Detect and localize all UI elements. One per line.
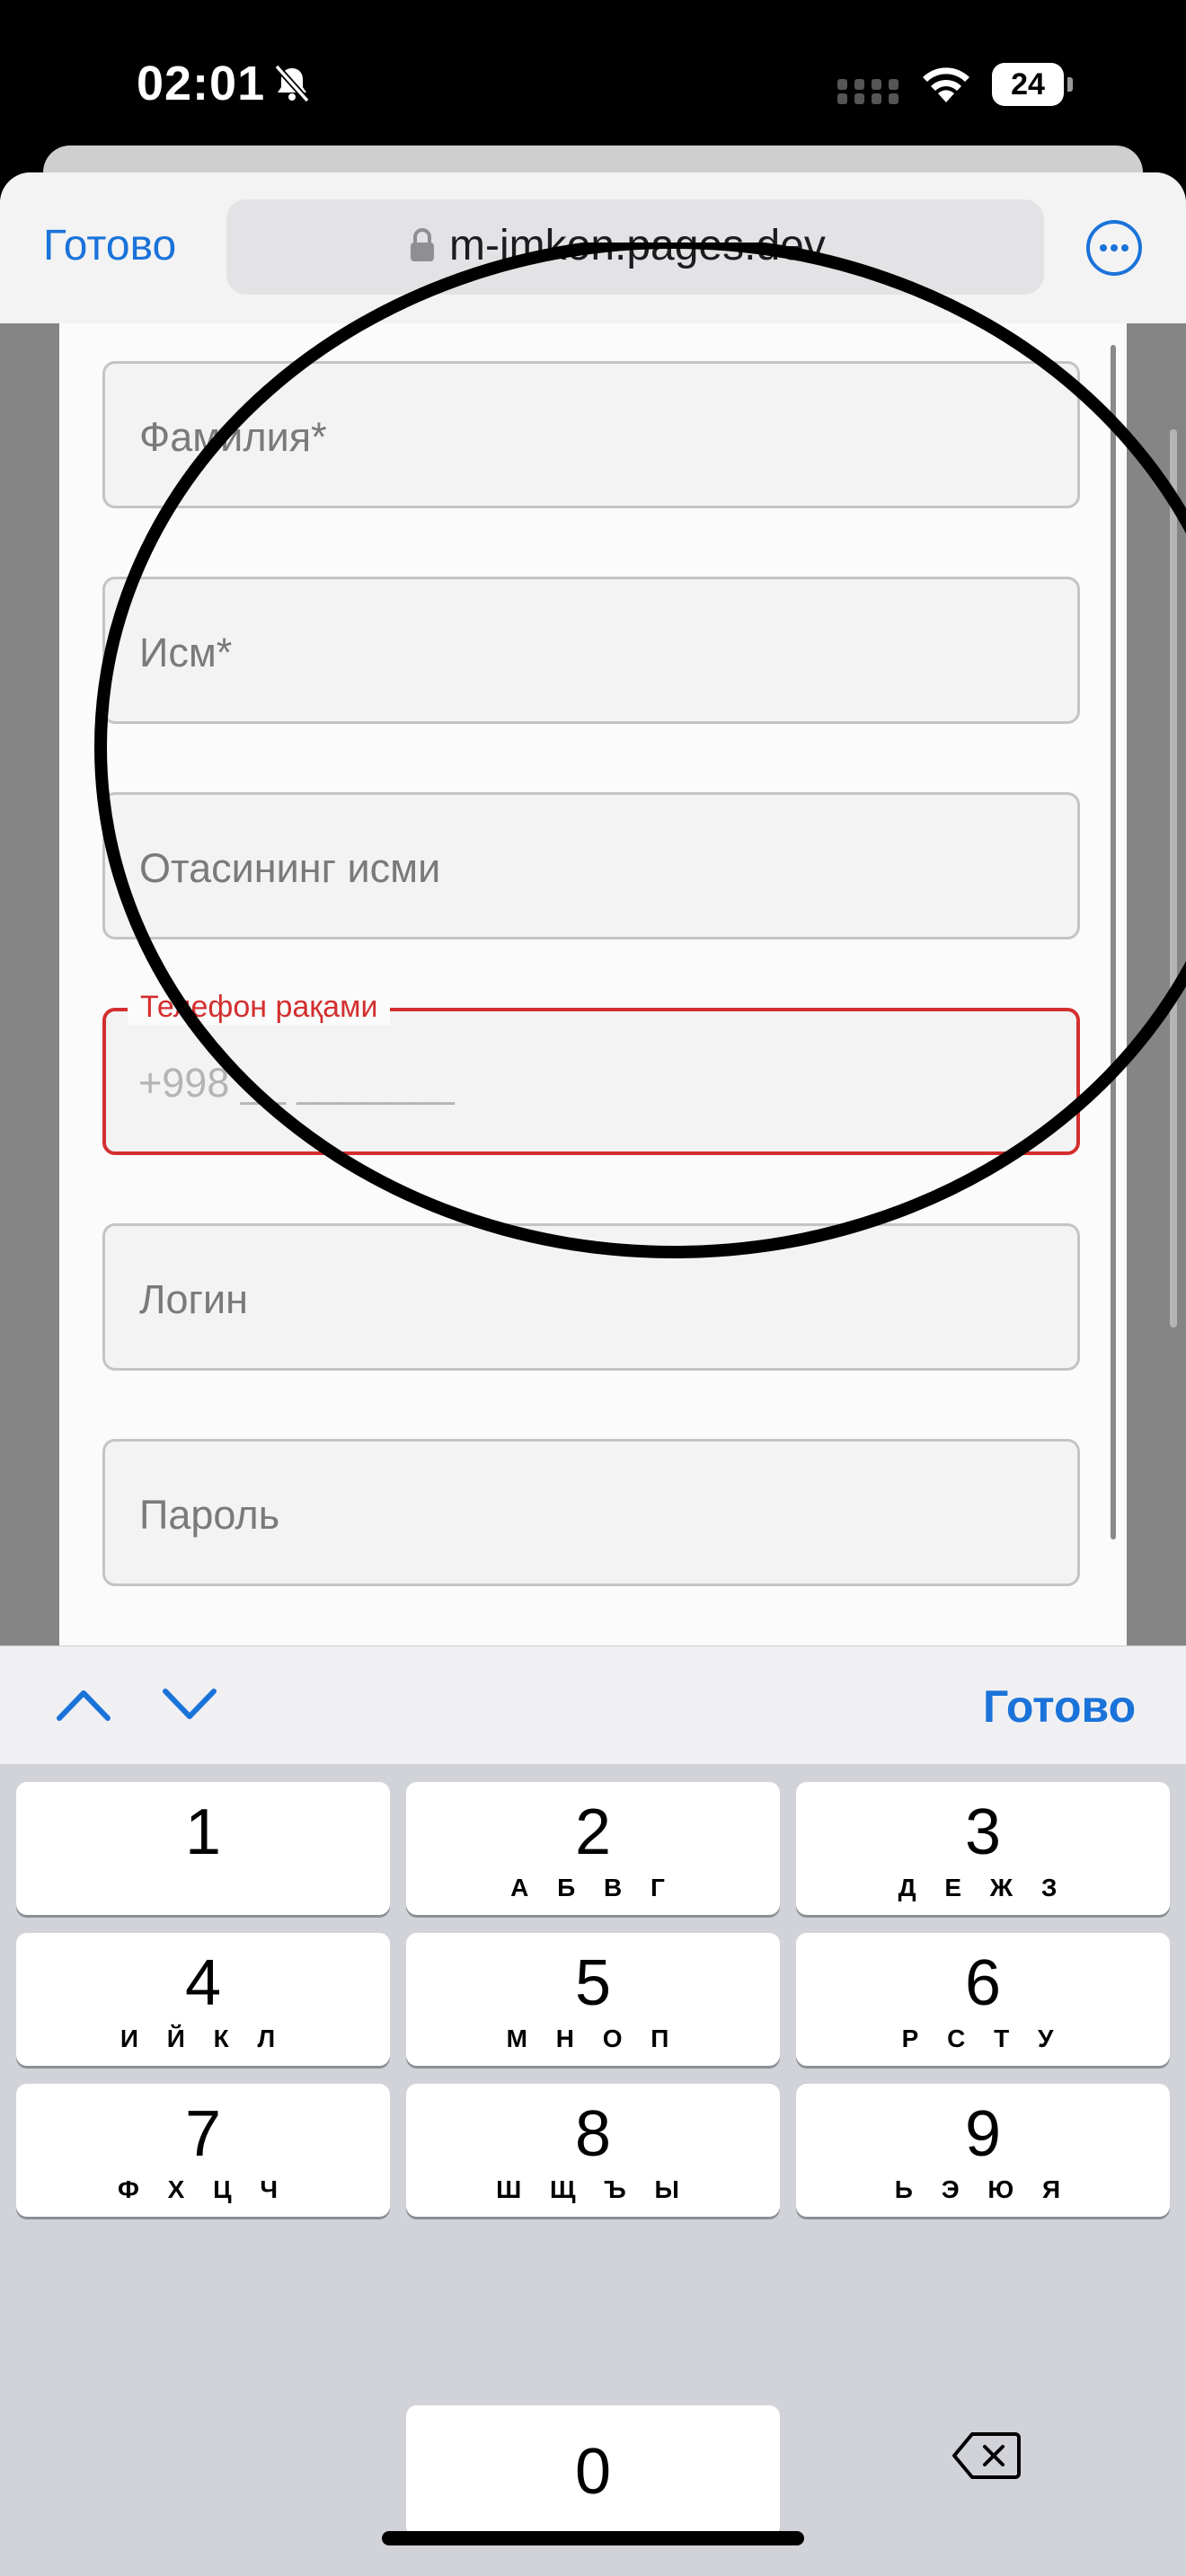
- keyboard-accessory-bar: Готово: [0, 1645, 1186, 1765]
- battery-nub: [1067, 77, 1073, 92]
- status-bar: 02:01 24: [0, 0, 1186, 162]
- key-digit: 9: [964, 2098, 1002, 2170]
- cellular-icon: [837, 79, 898, 104]
- key-digit: 1: [184, 1796, 222, 1868]
- annotation-ellipse: [94, 243, 1186, 1258]
- key-6[interactable]: 6 Р С Т У: [796, 1933, 1170, 2066]
- key-4[interactable]: 4 И Й К Л: [16, 1933, 390, 2066]
- key-3[interactable]: 3 Д Е Ж З: [796, 1782, 1170, 1915]
- key-5[interactable]: 5 М Н О П: [406, 1933, 780, 2066]
- key-digit: 2: [574, 1796, 612, 1868]
- chevron-down-icon[interactable]: [158, 1682, 221, 1727]
- key-2[interactable]: 2 А Б В Г: [406, 1782, 780, 1915]
- key-letters: Ф Х Ц Ч: [117, 2175, 289, 2203]
- delete-backspace-icon[interactable]: [951, 2429, 1022, 2483]
- key-letters: М Н О П: [506, 2025, 680, 2052]
- key-digit: 8: [574, 2098, 612, 2170]
- wifi-icon: [923, 67, 969, 102]
- numeric-keypad: 1 2 А Б В Г 3 Д Е Ж З 4 И Й К Л 5 М Н О …: [0, 1764, 1186, 2576]
- key-7[interactable]: 7 Ф Х Ц Ч: [16, 2084, 390, 2217]
- bell-slash-icon: [274, 64, 310, 103]
- home-indicator[interactable]: [382, 2531, 804, 2545]
- key-letters: Ь Э Ю Я: [894, 2175, 1072, 2203]
- key-letters: Р С Т У: [901, 2025, 1065, 2052]
- key-digit: 7: [184, 2098, 222, 2170]
- key-digit: 5: [574, 1947, 612, 2019]
- key-1[interactable]: 1: [16, 1782, 390, 1915]
- key-letters: Ш Щ Ъ Ы: [496, 2175, 690, 2203]
- key-9[interactable]: 9 Ь Э Ю Я: [796, 2084, 1170, 2217]
- key-digit: 0: [574, 2436, 612, 2508]
- status-time: 02:01: [137, 57, 266, 110]
- key-digit: 4: [184, 1947, 222, 2019]
- password-field[interactable]: Пароль: [102, 1439, 1080, 1586]
- key-0[interactable]: 0: [406, 2405, 780, 2538]
- key-8[interactable]: 8 Ш Щ Ъ Ы: [406, 2084, 780, 2217]
- key-letters: А Б В Г: [510, 1874, 676, 1901]
- key-digit: 3: [964, 1796, 1002, 1868]
- key-digit: 6: [964, 1947, 1002, 2019]
- battery-icon: 24: [992, 63, 1073, 106]
- key-letters: Д Е Ж З: [898, 1874, 1068, 1901]
- battery-level: 24: [992, 63, 1064, 106]
- chevron-up-icon[interactable]: [52, 1682, 115, 1727]
- key-letters: И Й К Л: [119, 2025, 287, 2052]
- password-placeholder: Пароль: [139, 1492, 280, 1538]
- keyboard-done-button[interactable]: Готово: [983, 1681, 1136, 1733]
